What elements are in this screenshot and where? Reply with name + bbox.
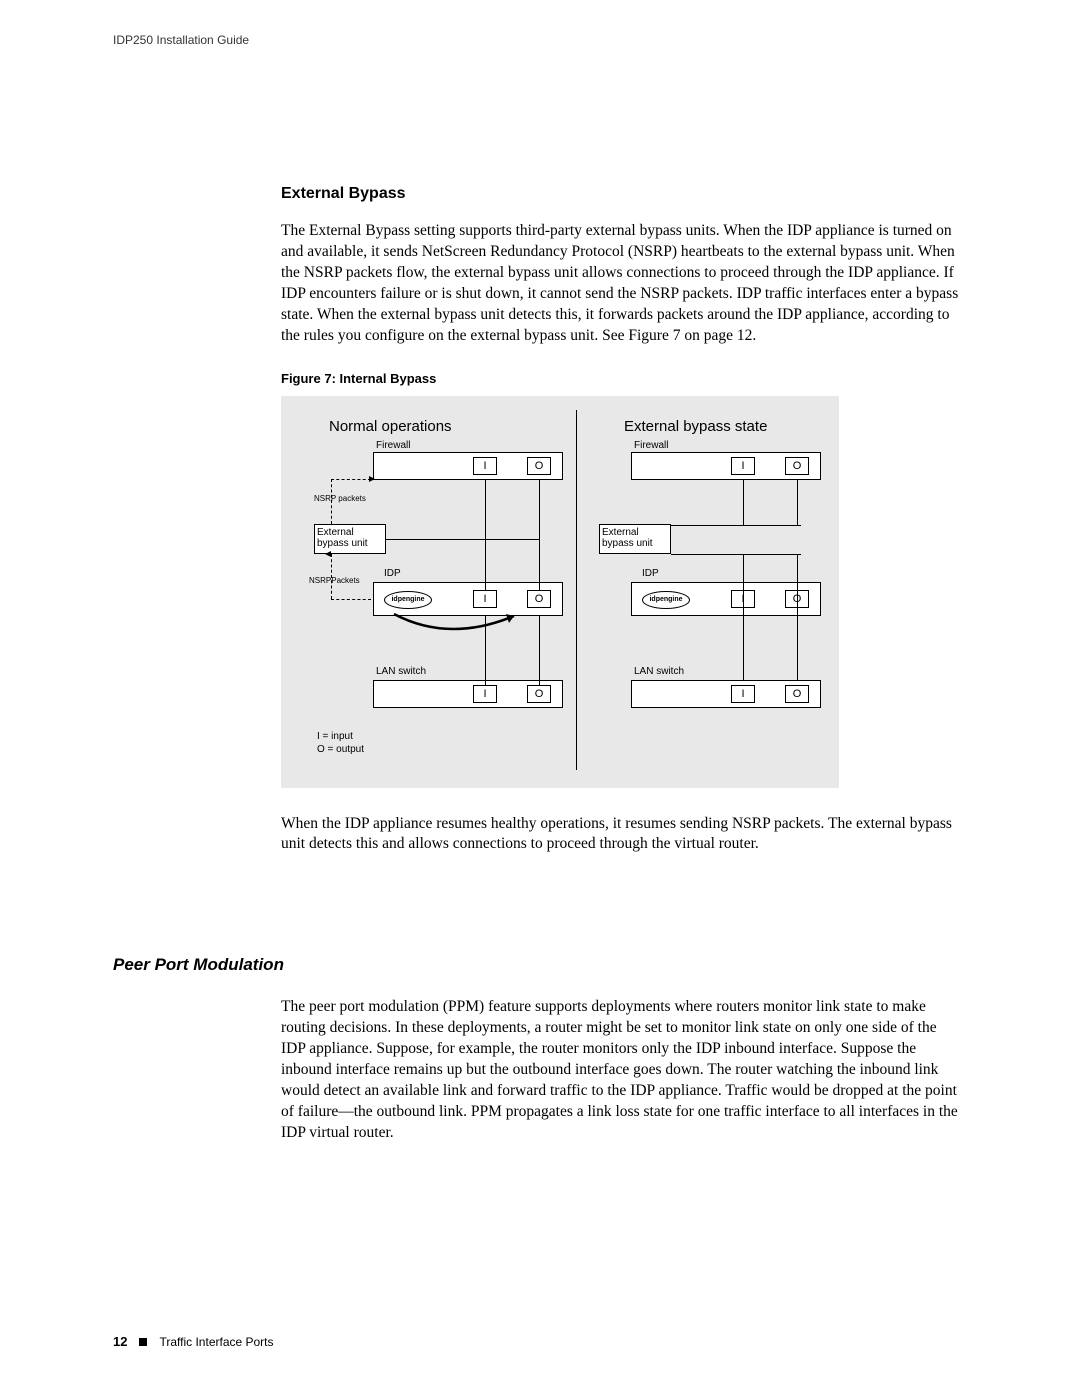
dashed-line — [331, 599, 371, 600]
port-o: O — [527, 685, 551, 703]
connector — [539, 480, 540, 590]
section-heading-external-bypass: External Bypass — [281, 185, 961, 203]
connector — [743, 480, 744, 525]
figure-left-title: Normal operations — [329, 418, 452, 435]
idpengine-oval: idpengine — [642, 591, 690, 609]
connector — [671, 554, 801, 555]
port-o: O — [785, 457, 809, 475]
legend-o: O = output — [317, 744, 364, 755]
body-paragraph: When the IDP appliance resumes healthy o… — [281, 814, 961, 856]
idp-label: IDP — [384, 568, 401, 579]
curve-arrow-icon — [389, 611, 519, 639]
legend-i: I = input — [317, 731, 353, 742]
connector — [797, 554, 798, 685]
nsrp-label: NSRP packets — [314, 494, 366, 503]
main-content: External Bypass The External Bypass sett… — [281, 185, 961, 879]
dashed-line — [331, 479, 371, 480]
page-number: 12 — [113, 1334, 127, 1349]
connector — [797, 480, 798, 525]
port-i: I — [731, 685, 755, 703]
port-o: O — [785, 685, 809, 703]
page-footer: 12 Traffic Interface Ports — [113, 1334, 274, 1349]
port-i: I — [731, 457, 755, 475]
ext-bypass-box: External bypass unit — [314, 524, 386, 554]
figure-internal-bypass: Normal operations Firewall I O External … — [281, 396, 839, 788]
idp-label: IDP — [642, 568, 659, 579]
firewall-label: Firewall — [376, 440, 410, 451]
body-paragraph: The peer port modulation (PPM) feature s… — [281, 997, 961, 1143]
footer-bullet-icon — [139, 1338, 147, 1346]
arrowhead-icon — [369, 476, 375, 482]
connector — [539, 616, 540, 685]
port-i: I — [473, 590, 497, 608]
port-o: O — [527, 590, 551, 608]
figure-divider — [576, 410, 577, 770]
connector — [386, 539, 539, 540]
ext-bypass-box: External bypass unit — [599, 524, 671, 554]
figure-legend: I = input O = output — [317, 730, 364, 756]
figure-caption: Figure 7: Internal Bypass — [281, 371, 961, 386]
port-o: O — [527, 457, 551, 475]
body-paragraph: The External Bypass setting supports thi… — [281, 221, 961, 347]
connector — [485, 480, 486, 590]
firewall-label: Firewall — [634, 440, 668, 451]
port-i: I — [473, 457, 497, 475]
figure-right-title: External bypass state — [624, 418, 767, 435]
footer-section-name: Traffic Interface Ports — [159, 1335, 273, 1349]
subsection-heading-ppm: Peer Port Modulation — [113, 955, 284, 975]
section-ppm: The peer port modulation (PPM) feature s… — [281, 997, 961, 1167]
nsrp-label: NSRPPackets — [309, 576, 360, 585]
lan-switch-label: LAN switch — [634, 666, 684, 677]
connector — [743, 554, 744, 685]
arrowhead-icon — [325, 551, 331, 557]
connector — [485, 616, 486, 685]
connector — [671, 525, 801, 526]
running-header: IDP250 Installation Guide — [113, 33, 249, 47]
lan-switch-label: LAN switch — [376, 666, 426, 677]
idpengine-oval: idpengine — [384, 591, 432, 609]
port-i: I — [473, 685, 497, 703]
